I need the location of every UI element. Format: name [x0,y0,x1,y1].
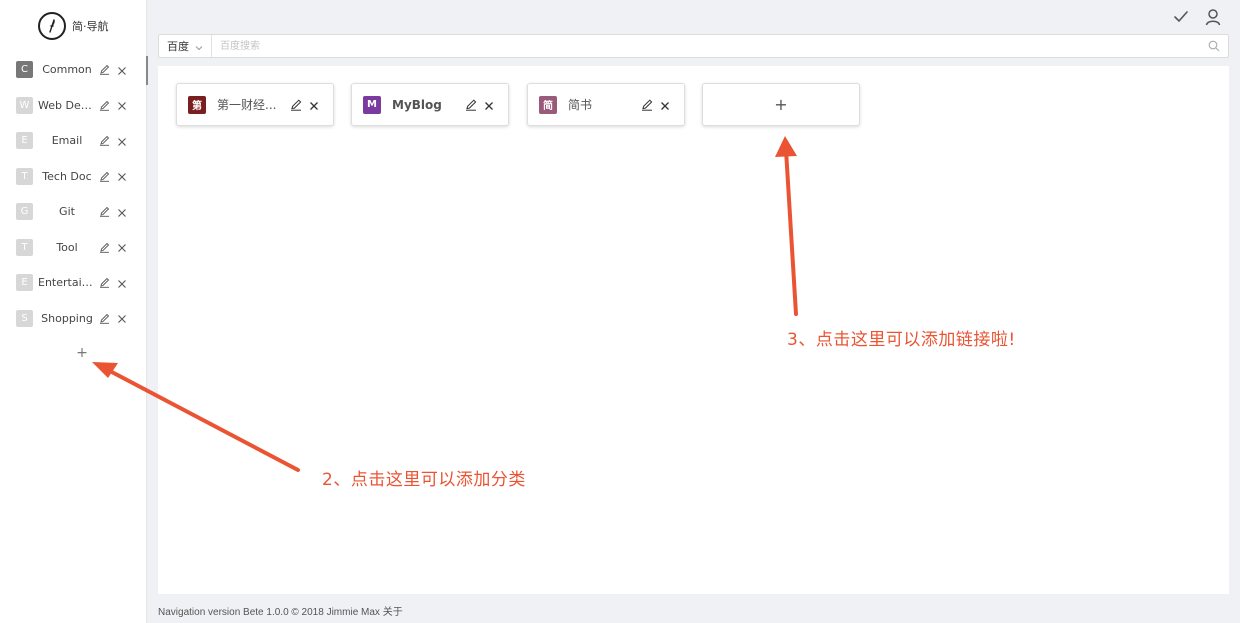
category-label: Common [42,63,92,77]
logo-text: 简·导航 [72,20,109,33]
category-badge: T [16,167,33,185]
close-icon[interactable] [484,100,494,110]
annotation-add-link: 3、点击这里可以添加链接啦! [787,330,1016,350]
category-list: C Common W Web Dev... E Email T Tech Doc G Git T To… [0,52,148,337]
logo[interactable]: 简·导航 [38,12,109,40]
category-label: Entertain... [38,276,96,290]
category-label: Email [51,134,83,148]
add-link-button[interactable]: + [702,83,860,126]
category-label: Shopping [41,311,93,325]
category-badge: G [16,203,33,221]
link-badge: 简 [539,95,557,114]
close-icon[interactable] [117,171,127,182]
sidebar: 简·导航 C Common W Web Dev... E Email T Tech Doc G G… [0,0,148,623]
search-icon[interactable] [1208,40,1220,52]
link-badge: 第 [188,95,206,114]
links-panel: 第第一财经... M MyBlog 简简书 + [158,66,1229,594]
add-category-button[interactable]: + [75,346,89,360]
sidebar-item[interactable]: G Git [0,194,147,230]
category-badge: E [16,274,33,292]
footer: Navigation version Bete 1.0.0 © 2018 Jim… [158,607,403,618]
close-icon[interactable] [117,242,127,253]
search-input[interactable] [212,35,1208,57]
close-icon[interactable] [309,100,319,110]
category-badge: W [16,96,33,114]
compass-icon [38,12,66,40]
sidebar-item[interactable]: S Shopping [0,301,147,337]
close-icon[interactable] [117,136,127,146]
sidebar-item[interactable]: C Common [0,52,148,88]
link-label: MyBlog [392,97,442,112]
close-icon[interactable] [117,278,127,288]
close-icon[interactable] [117,313,127,324]
pencil-icon[interactable] [99,277,110,288]
search-bar: 百度 [158,34,1229,58]
pencil-icon[interactable] [99,206,110,217]
link-label: 简书 [568,98,593,112]
category-label: Web Dev... [38,98,96,112]
pencil-icon[interactable] [641,98,653,111]
sidebar-item[interactable]: E Entertain... [0,265,147,301]
search-engine-select[interactable]: 百度 [159,35,212,57]
link-card[interactable]: 第第一财经... [176,83,334,126]
category-label: Tool [56,240,78,254]
pencil-icon[interactable] [99,64,110,75]
link-card[interactable]: 简简书 [527,83,685,126]
pencil-icon[interactable] [99,100,110,111]
category-badge: S [16,309,33,327]
close-icon[interactable] [117,207,127,217]
sidebar-item[interactable]: T Tech Doc [0,159,147,195]
category-badge: C [16,61,33,79]
check-icon[interactable] [1172,8,1190,26]
category-label: Git [59,205,75,219]
close-icon[interactable] [117,100,127,111]
pencil-icon[interactable] [465,98,477,111]
top-toolbar [1172,8,1222,26]
sidebar-item[interactable]: W Web Dev... [0,88,147,124]
close-icon[interactable] [660,100,670,110]
category-label: Tech Doc [42,169,92,183]
sidebar-item[interactable]: T Tool [0,230,147,266]
annotation-add-category: 2、点击这里可以添加分类 [322,470,526,490]
pencil-icon[interactable] [290,98,302,111]
pencil-icon[interactable] [99,242,110,253]
link-card[interactable]: M MyBlog [351,83,509,126]
category-badge: T [16,238,33,256]
sidebar-item[interactable]: E Email [0,123,147,159]
search-engine-label: 百度 [167,40,189,53]
pencil-icon[interactable] [99,313,110,324]
pencil-icon[interactable] [99,171,110,182]
link-label: 第一财经... [217,98,277,112]
link-badge: M [363,95,381,114]
chevron-down-icon [195,42,203,51]
category-badge: E [16,132,33,150]
user-icon[interactable] [1204,8,1222,26]
close-icon[interactable] [117,65,127,75]
pencil-icon[interactable] [99,135,110,146]
